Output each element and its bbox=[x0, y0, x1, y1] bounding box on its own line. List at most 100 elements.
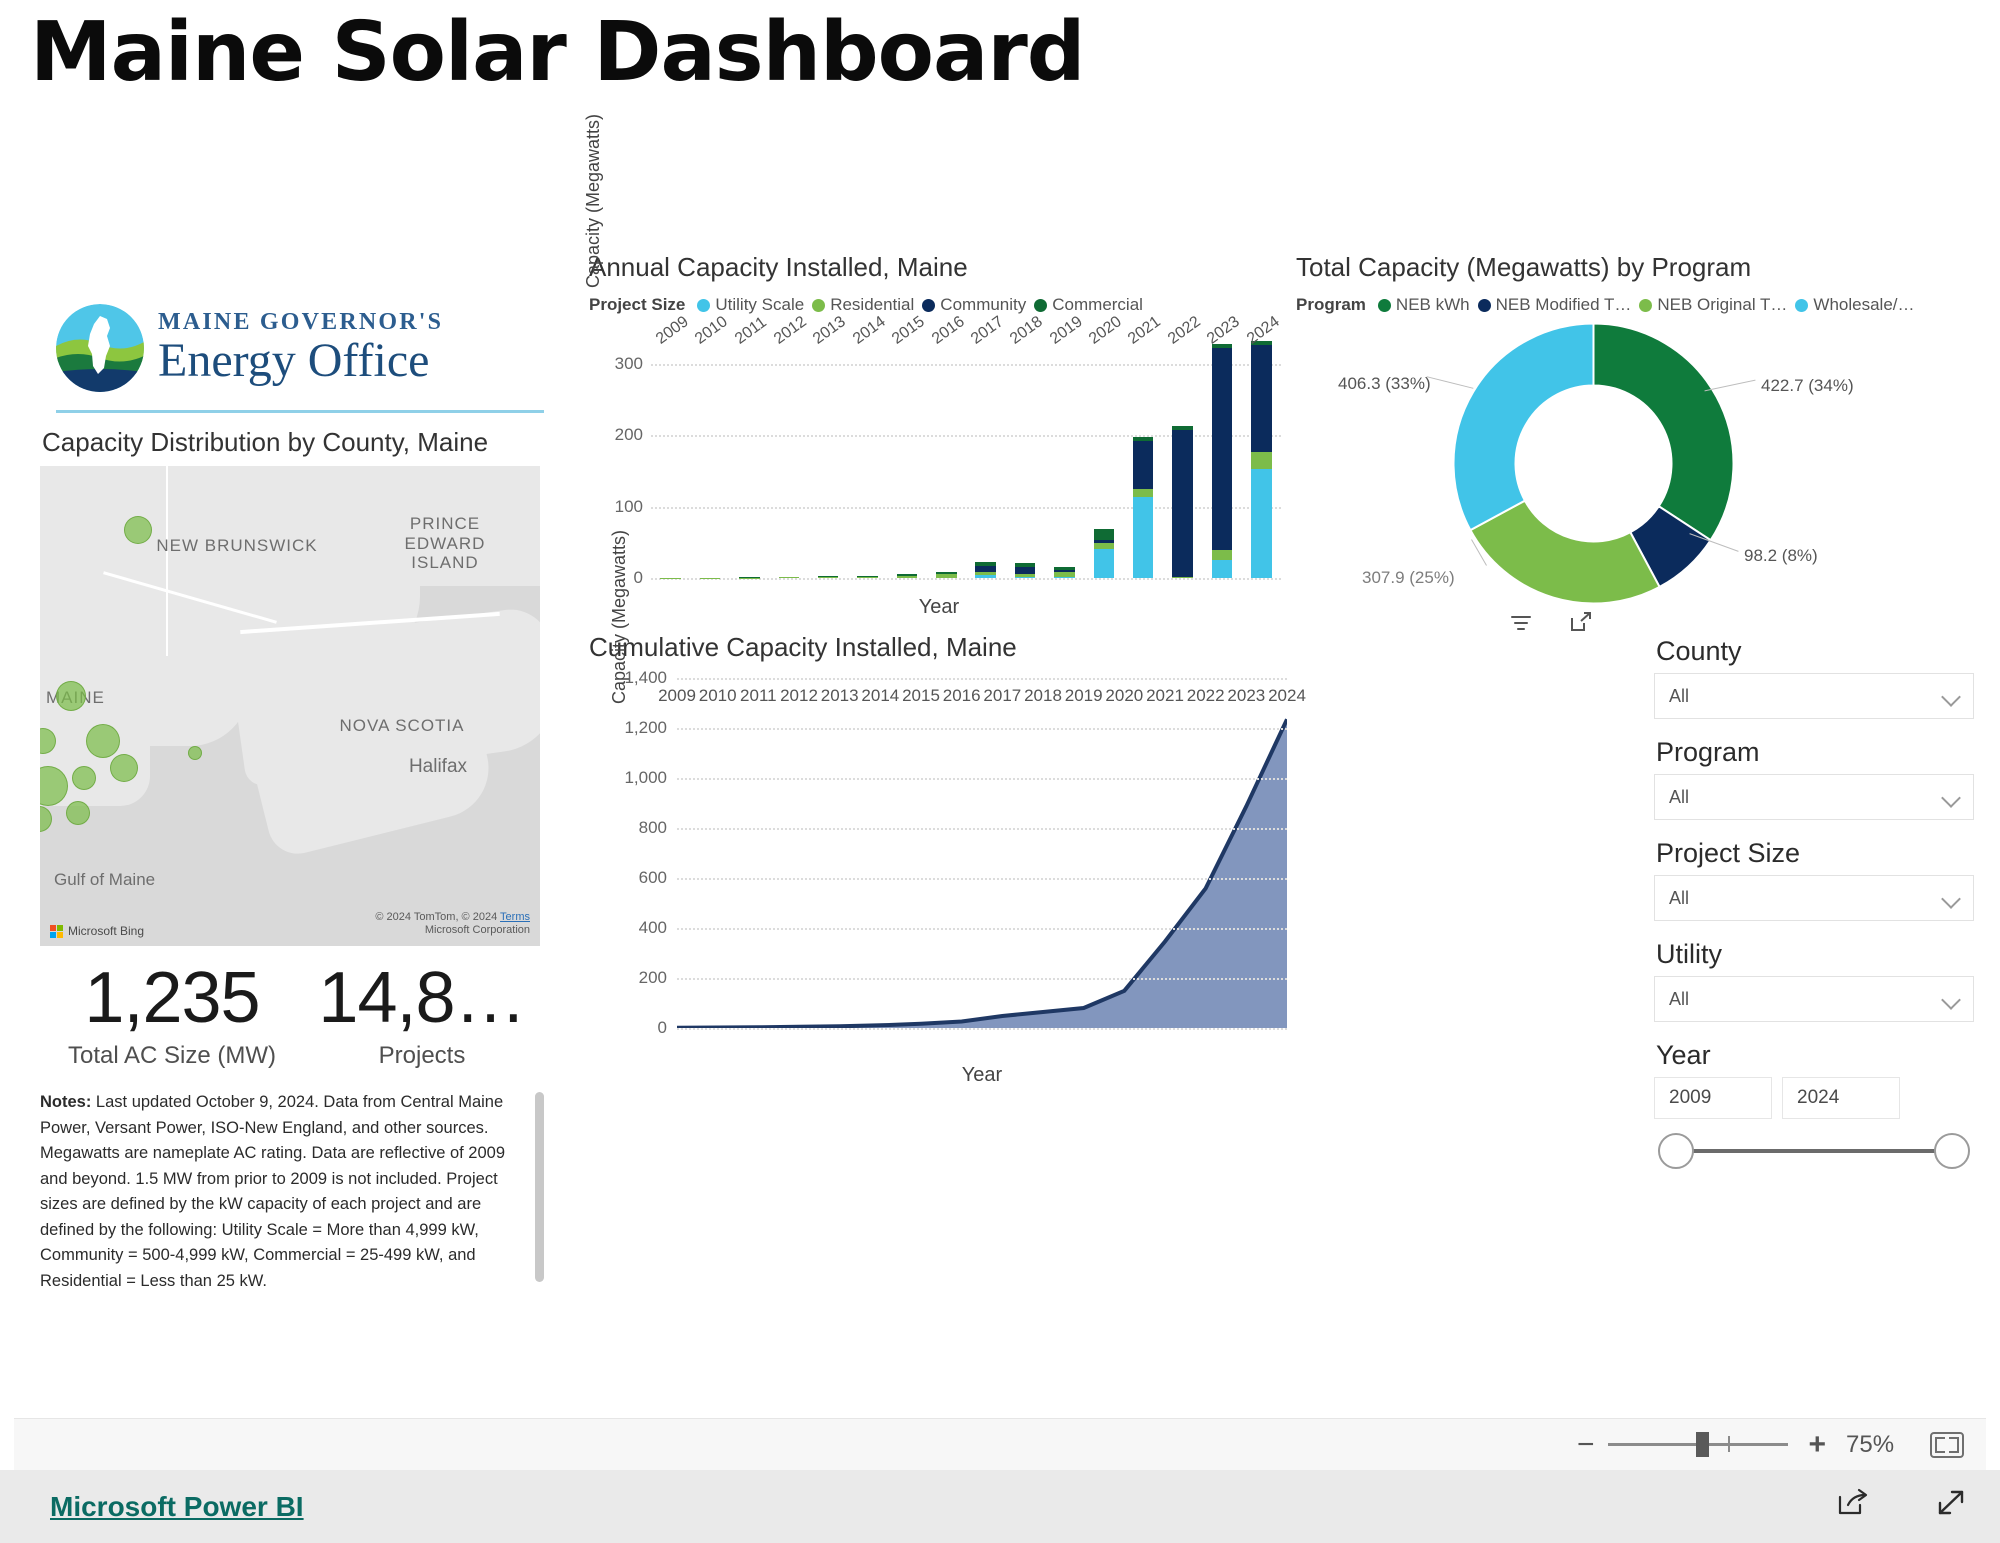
bar-segment[interactable] bbox=[1014, 566, 1036, 574]
x-axis-tick: 2023 bbox=[1227, 686, 1266, 705]
bar-column[interactable] bbox=[936, 571, 957, 578]
legend-item-utility-scale[interactable]: Utility Scale bbox=[697, 295, 804, 315]
map-bubble[interactable] bbox=[40, 806, 52, 832]
filter-select-program[interactable]: All bbox=[1654, 774, 1974, 820]
map-bubble[interactable] bbox=[188, 746, 202, 760]
donut-slice[interactable] bbox=[1469, 499, 1661, 605]
bar-column[interactable] bbox=[1093, 528, 1115, 578]
donut-slice[interactable] bbox=[1592, 322, 1735, 542]
legend-item-community[interactable]: Community bbox=[922, 295, 1026, 315]
fit-to-page-icon[interactable] bbox=[1930, 1431, 1964, 1458]
map-bubble[interactable] bbox=[110, 754, 138, 782]
expand-icon[interactable] bbox=[1932, 1487, 1970, 1526]
filter-label-county: County bbox=[1656, 636, 1742, 666]
legend-item-neb-modified[interactable]: NEB Modified T… bbox=[1477, 295, 1631, 315]
bar-column[interactable] bbox=[1014, 563, 1036, 578]
bar-segment[interactable] bbox=[1251, 469, 1272, 578]
legend-item-neb-kwh[interactable]: NEB kWh bbox=[1377, 295, 1470, 315]
bar-column[interactable] bbox=[1172, 425, 1193, 578]
bar-segment[interactable] bbox=[1251, 345, 1272, 453]
filter-select-project-size[interactable]: All bbox=[1654, 875, 1974, 921]
bar-segment[interactable] bbox=[778, 577, 800, 578]
capacity-by-program-chart[interactable]: Total Capacity (Megawatts) by Program Pr… bbox=[1296, 252, 1986, 652]
cumulative-capacity-chart[interactable]: Cumulative Capacity Installed, Maine Cap… bbox=[589, 530, 1306, 1132]
bar-segment[interactable] bbox=[896, 575, 918, 578]
bar-column[interactable] bbox=[857, 575, 878, 578]
donut-slice[interactable] bbox=[1452, 322, 1595, 532]
x-axis-tick: 2019 bbox=[1046, 313, 1086, 348]
filter-select-county[interactable]: All bbox=[1654, 673, 1974, 719]
legend-item-commercial[interactable]: Commercial bbox=[1034, 295, 1143, 315]
footer-actions bbox=[1832, 1487, 1970, 1526]
capacity-by-program-legend: Program NEB kWh NEB Modified T… NEB Orig… bbox=[1296, 295, 1986, 315]
zoom-out-button[interactable]: − bbox=[1577, 1429, 1595, 1460]
bar-segment[interactable] bbox=[1014, 577, 1036, 578]
bar-segment[interactable] bbox=[1172, 576, 1193, 578]
bar-segment[interactable] bbox=[975, 575, 996, 578]
bar-column[interactable] bbox=[1132, 437, 1154, 578]
bar-segment[interactable] bbox=[1251, 452, 1272, 470]
legend-label: Community bbox=[940, 295, 1027, 314]
bar-column[interactable] bbox=[739, 577, 760, 578]
bar-segment[interactable] bbox=[1132, 497, 1154, 578]
bar-segment[interactable] bbox=[1211, 348, 1233, 551]
bar-segment[interactable] bbox=[1093, 549, 1115, 578]
bar-column[interactable] bbox=[778, 576, 800, 578]
bar-column[interactable] bbox=[975, 562, 996, 578]
year-max-input[interactable]: 2024 bbox=[1782, 1077, 1900, 1119]
legend-item-wholesale[interactable]: Wholesale/… bbox=[1795, 295, 1915, 315]
notes-panel[interactable]: Notes: Last updated October 9, 2024. Dat… bbox=[40, 1090, 550, 1295]
annual-capacity-legend: Project Size Utility Scale Residential C… bbox=[589, 295, 1289, 315]
year-range-slider[interactable] bbox=[1654, 1125, 1974, 1175]
notes-scrollbar[interactable] bbox=[535, 1092, 544, 1282]
bar-segment[interactable] bbox=[817, 577, 839, 578]
bar-segment[interactable] bbox=[1093, 528, 1115, 541]
bar-segment[interactable] bbox=[1054, 577, 1075, 578]
x-axis-tick: 2016 bbox=[942, 686, 981, 705]
zoom-in-button[interactable]: + bbox=[1808, 1429, 1826, 1460]
share-icon[interactable] bbox=[1832, 1487, 1872, 1526]
x-axis-tick: 2015 bbox=[902, 686, 940, 705]
report-canvas: MAINE GOVERNOR'S Energy Office Capacity … bbox=[14, 114, 1986, 1418]
legend-swatch-icon bbox=[697, 298, 711, 312]
donut-plot-area[interactable] bbox=[1446, 316, 1741, 611]
bar-segment[interactable] bbox=[1172, 430, 1193, 577]
donut-label-neb-original: 307.9 (25%) bbox=[1362, 568, 1455, 587]
bar-segment[interactable] bbox=[936, 574, 957, 578]
map-bubble[interactable] bbox=[66, 801, 90, 825]
map-bubble[interactable] bbox=[56, 681, 86, 711]
year-slider-handle-max[interactable] bbox=[1934, 1133, 1970, 1169]
bar-column[interactable] bbox=[1211, 343, 1233, 578]
year-slider-handle-min[interactable] bbox=[1658, 1133, 1694, 1169]
bar-column[interactable] bbox=[817, 576, 839, 578]
year-min-input[interactable]: 2009 bbox=[1654, 1077, 1772, 1119]
filter-select-utility[interactable]: All bbox=[1654, 976, 1974, 1022]
filter-value: All bbox=[1669, 685, 1690, 706]
legend-title: Program bbox=[1296, 295, 1366, 314]
map-bubble[interactable] bbox=[86, 724, 120, 758]
bar-column[interactable] bbox=[896, 573, 918, 578]
filter-icon[interactable] bbox=[1508, 610, 1534, 641]
map-bubble[interactable] bbox=[124, 516, 152, 544]
legend-item-residential[interactable]: Residential bbox=[812, 295, 914, 315]
bar-column[interactable] bbox=[1251, 340, 1272, 578]
bar-segment[interactable] bbox=[1211, 550, 1233, 561]
power-bi-link[interactable]: Microsoft Power BI bbox=[50, 1491, 304, 1523]
focus-mode-icon[interactable] bbox=[1568, 610, 1594, 641]
county-capacity-map[interactable]: NEW BRUNSWICK PRINCEEDWARDISLAND MAINE N… bbox=[40, 466, 540, 946]
annual-capacity-chart[interactable]: Annual Capacity Installed, Maine Project… bbox=[583, 114, 1289, 662]
bar-segment[interactable] bbox=[857, 576, 878, 578]
map-bubble[interactable] bbox=[72, 766, 96, 790]
map-terms-link[interactable]: Terms bbox=[500, 911, 530, 923]
bar-segment[interactable] bbox=[1132, 440, 1154, 490]
x-axis-tick: 2021 bbox=[1125, 313, 1165, 348]
bar-segment[interactable] bbox=[1211, 560, 1233, 578]
zoom-slider[interactable] bbox=[1608, 1432, 1789, 1457]
kpi-total-ac-size[interactable]: 1,235 Total AC Size (MW) bbox=[40, 962, 304, 1070]
bar-segment[interactable] bbox=[1132, 489, 1154, 498]
legend-item-neb-original[interactable]: NEB Original T… bbox=[1639, 295, 1787, 315]
zoom-slider-handle[interactable] bbox=[1696, 1432, 1710, 1457]
x-axis-tick: 2020 bbox=[1086, 313, 1125, 348]
kpi-projects[interactable]: 14,8… Projects bbox=[304, 962, 540, 1070]
bar-column[interactable] bbox=[1054, 566, 1075, 578]
